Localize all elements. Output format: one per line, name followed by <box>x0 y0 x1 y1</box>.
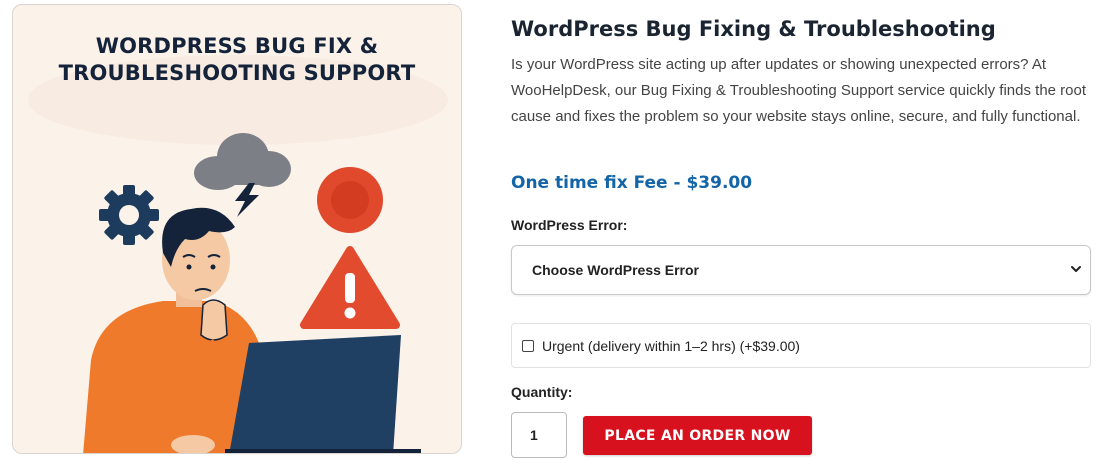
urgent-option[interactable]: Urgent (delivery within 1–2 hrs) (+$39.0… <box>511 323 1091 368</box>
urgent-checkbox[interactable] <box>522 339 534 352</box>
wordpress-error-select[interactable]: Choose WordPress Error <box>511 245 1091 295</box>
banner-line-1: WORDPRESS BUG FIX & <box>95 34 379 58</box>
urgent-label: Urgent (delivery within 1–2 hrs) (+$39.0… <box>542 337 800 354</box>
wordpress-error-label: WordPress Error: <box>511 217 628 233</box>
warning-icon <box>300 246 400 329</box>
image-banner: WORDPRESS BUG FIX & TROUBLESHOOTING SUPP… <box>13 33 461 87</box>
banner-line-2: TROUBLESHOOTING SUPPORT <box>58 61 416 85</box>
record-button-icon <box>317 167 383 233</box>
chevron-down-icon <box>1071 266 1081 272</box>
product-price: One time fix Fee - $39.00 <box>511 173 753 193</box>
quantity-label: Quantity: <box>511 384 573 400</box>
product-description: Is your WordPress site acting up after u… <box>511 56 1087 125</box>
quantity-input[interactable]: 1 <box>511 412 567 458</box>
gear-icon <box>99 185 159 245</box>
product-title: WordPress Bug Fixing & Troubleshooting <box>511 17 996 41</box>
product-image: WORDPRESS BUG FIX & TROUBLESHOOTING SUPP… <box>12 4 462 454</box>
wordpress-error-select-value: Choose WordPress Error <box>532 262 700 278</box>
place-order-button[interactable]: PLACE AN ORDER NOW <box>583 416 812 455</box>
lightning-icon <box>235 183 259 217</box>
